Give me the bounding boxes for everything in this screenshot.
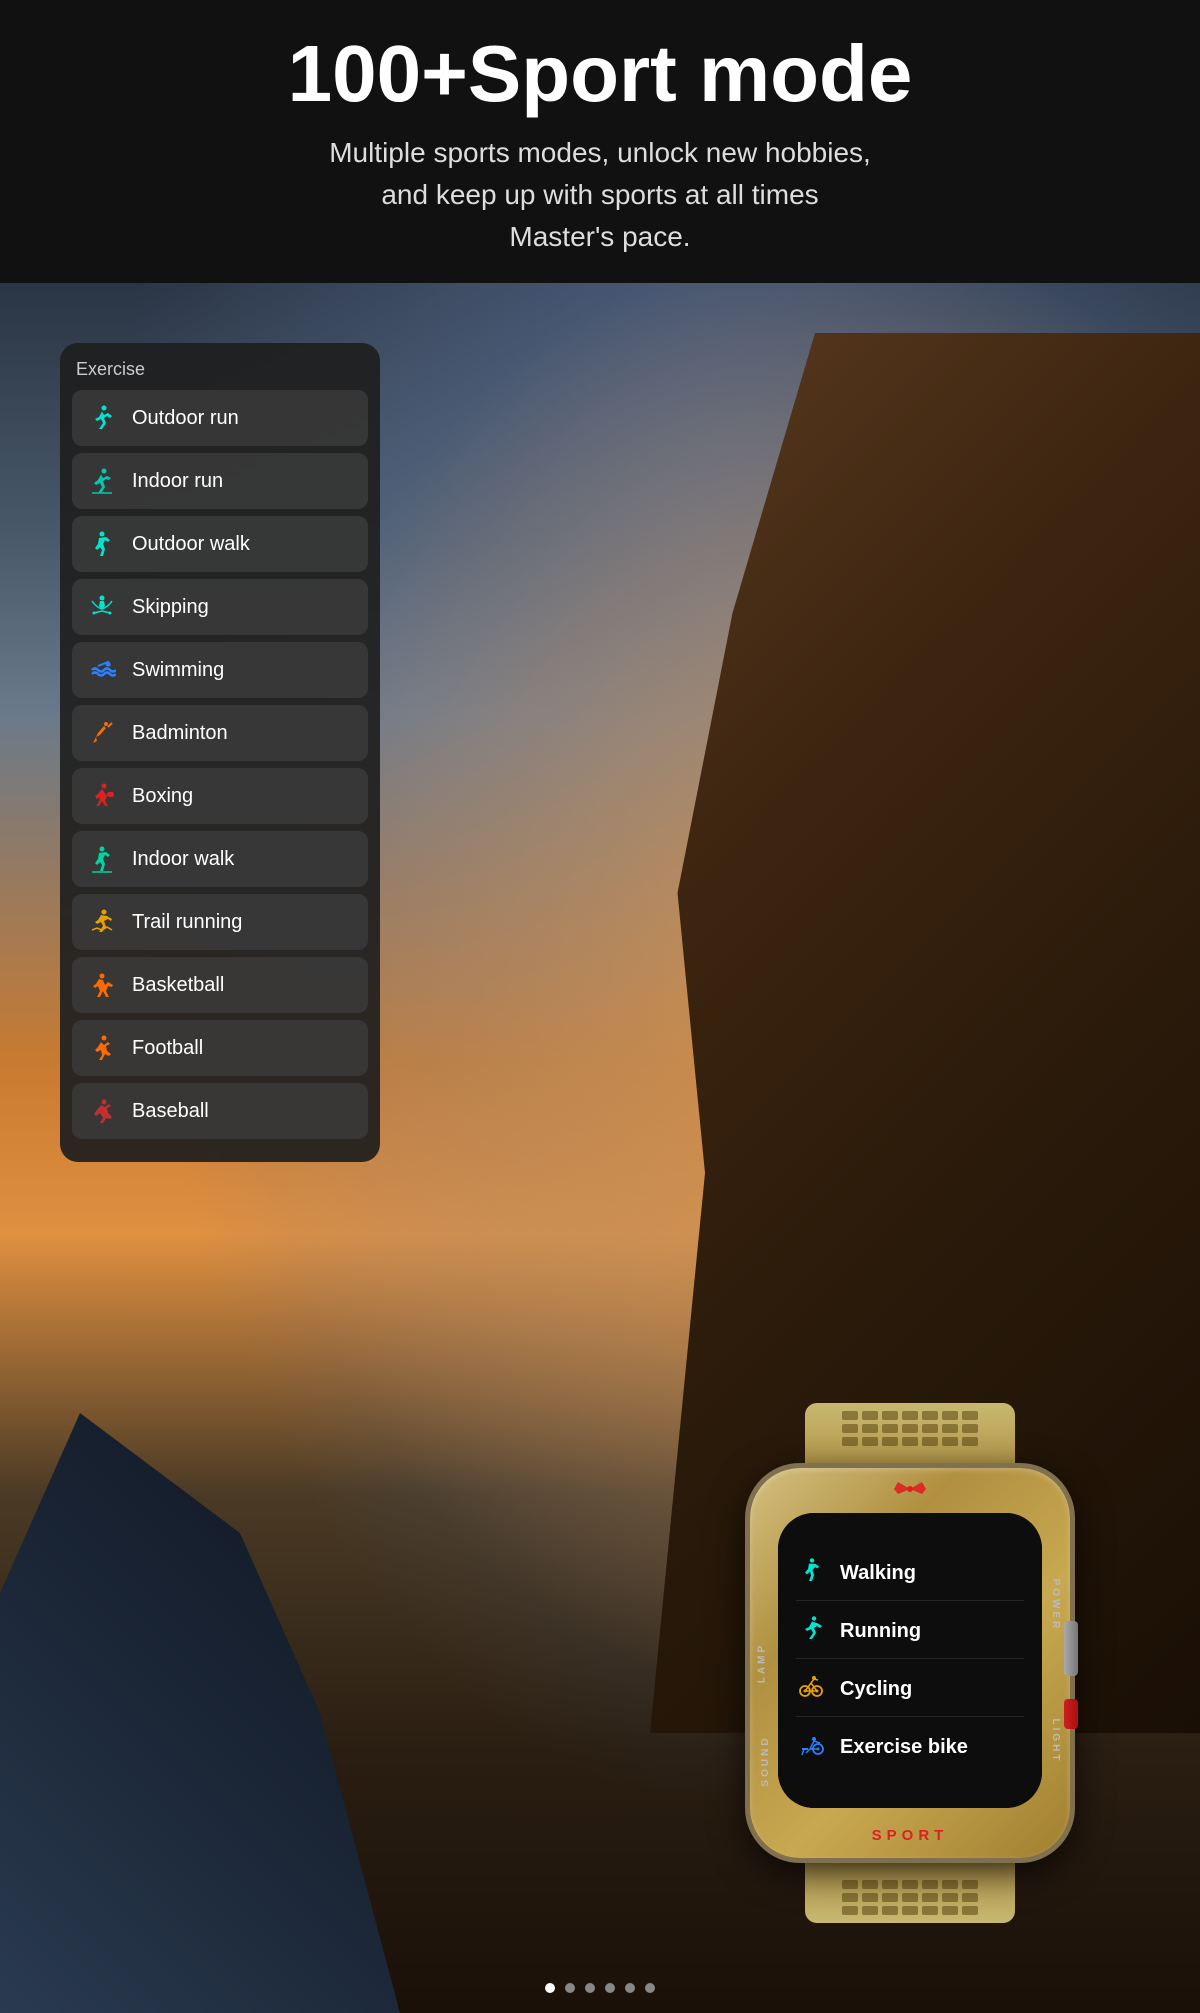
- header-subtitle: Multiple sports modes, unlock new hobbie…: [20, 132, 1180, 258]
- pagination-dots: [545, 1983, 655, 1993]
- walking-label: Walking: [840, 1562, 916, 1585]
- exercise-label: Exercise: [72, 359, 368, 380]
- indoor-run-icon: [84, 463, 120, 499]
- indoor-walk-label: Indoor walk: [132, 848, 234, 871]
- watch-button-right-red[interactable]: [1064, 1699, 1078, 1729]
- watch-lamp-label: LAMP: [757, 1643, 768, 1683]
- boxing-label: Boxing: [132, 785, 193, 808]
- list-item: Badminton: [72, 705, 368, 761]
- exercise-bike-label: Exercise bike: [840, 1736, 968, 1759]
- dot-2[interactable]: [565, 1983, 575, 1993]
- watch-activity-running: Running: [796, 1605, 1024, 1659]
- cycling-icon: [796, 1673, 826, 1706]
- watch-logo: [890, 1480, 930, 1501]
- swimming-label: Swimming: [132, 659, 224, 682]
- dot-3[interactable]: [585, 1983, 595, 1993]
- watch-activity-cycling: Cycling: [796, 1663, 1024, 1717]
- walking-icon: [796, 1557, 826, 1590]
- list-item: Basketball: [72, 957, 368, 1013]
- dot-6[interactable]: [645, 1983, 655, 1993]
- football-label: Football: [132, 1037, 203, 1060]
- boxing-icon: [84, 778, 120, 814]
- header-section: 100+Sport mode Multiple sports modes, un…: [0, 0, 1200, 283]
- list-item: Skipping: [72, 579, 368, 635]
- list-item: Outdoor walk: [72, 516, 368, 572]
- skipping-label: Skipping: [132, 596, 209, 619]
- running-icon: [796, 1615, 826, 1648]
- skipping-icon: [84, 589, 120, 625]
- dot-4[interactable]: [605, 1983, 615, 1993]
- basketball-label: Basketball: [132, 974, 224, 997]
- watch-body: LAMP POWER SOUND LIGHT: [720, 1403, 1100, 1923]
- cycling-label: Cycling: [840, 1678, 912, 1701]
- list-item: Indoor walk: [72, 831, 368, 887]
- dot-1[interactable]: [545, 1983, 555, 1993]
- exercise-panel: Exercise Outdoor run Indoor run: [60, 343, 380, 1162]
- indoor-walk-icon: [84, 841, 120, 877]
- trail-running-icon: [84, 904, 120, 940]
- watch-power-label: POWER: [1050, 1578, 1061, 1631]
- badminton-icon: [84, 715, 120, 751]
- list-item: Trail running: [72, 894, 368, 950]
- baseball-icon: [84, 1093, 120, 1129]
- swimming-icon: [84, 652, 120, 688]
- outdoor-run-label: Outdoor run: [132, 407, 239, 430]
- list-item: Indoor run: [72, 453, 368, 509]
- watch-sound-label: SOUND: [760, 1735, 771, 1786]
- trail-running-label: Trail running: [132, 911, 242, 934]
- list-item: Baseball: [72, 1083, 368, 1139]
- basketball-icon: [84, 967, 120, 1003]
- watch-sport-text: SPORT: [872, 1827, 949, 1844]
- list-item: Boxing: [72, 768, 368, 824]
- watch-activity-exercise-bike: Exercise bike: [796, 1721, 1024, 1774]
- watch-container: LAMP POWER SOUND LIGHT: [700, 1403, 1120, 1953]
- watch-activity-walking: Walking: [796, 1547, 1024, 1601]
- list-item: Outdoor run: [72, 390, 368, 446]
- list-item: Football: [72, 1020, 368, 1076]
- list-item: Swimming: [72, 642, 368, 698]
- indoor-run-label: Indoor run: [132, 470, 223, 493]
- football-icon: [84, 1030, 120, 1066]
- badminton-label: Badminton: [132, 722, 228, 745]
- dot-5[interactable]: [625, 1983, 635, 1993]
- running-label: Running: [840, 1620, 921, 1643]
- main-content: Exercise Outdoor run Indoor run: [0, 283, 1200, 2013]
- watch-light-label: LIGHT: [1050, 1719, 1061, 1764]
- outdoor-walk-label: Outdoor walk: [132, 533, 250, 556]
- baseball-label: Baseball: [132, 1100, 209, 1123]
- page-title: 100+Sport mode: [20, 30, 1180, 118]
- outdoor-walk-icon: [84, 526, 120, 562]
- watch-screen: Walking Running: [778, 1513, 1042, 1808]
- watch-button-right[interactable]: [1064, 1621, 1078, 1676]
- outdoor-run-icon: [84, 400, 120, 436]
- watch-case: LAMP POWER SOUND LIGHT: [750, 1468, 1070, 1858]
- exercise-bike-icon: [796, 1731, 826, 1764]
